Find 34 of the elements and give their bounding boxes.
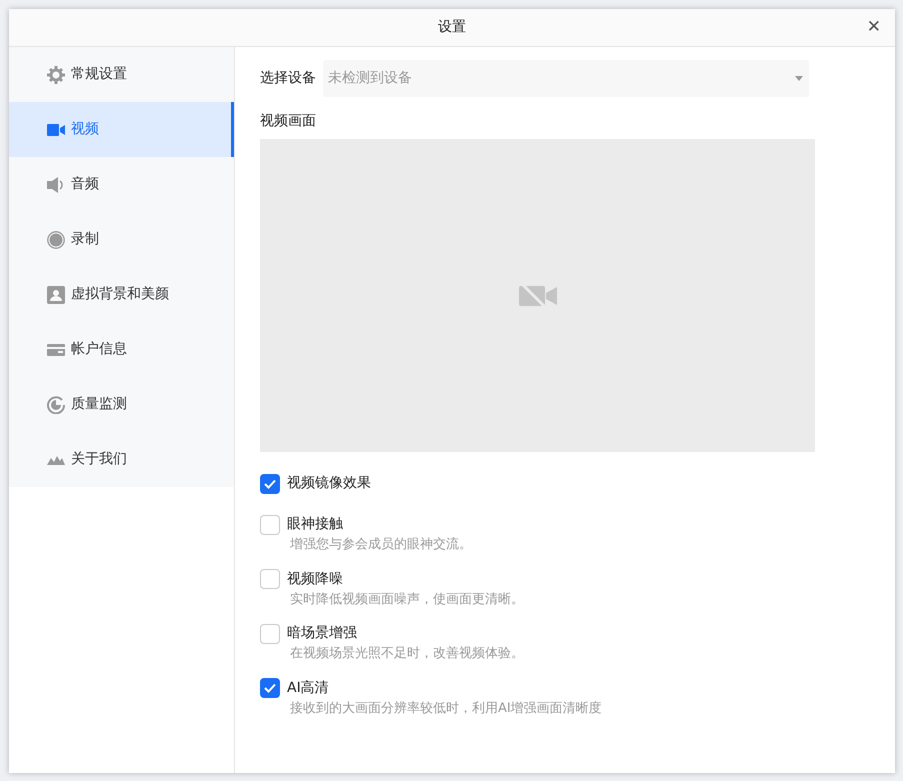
speaker-icon bbox=[47, 176, 65, 194]
gear-icon bbox=[47, 66, 65, 84]
device-label: 选择设备 bbox=[260, 69, 316, 88]
option-description: 在视频场景光照不足时，改善视频体验。 bbox=[290, 645, 525, 663]
option-label: 眼神接触 bbox=[287, 515, 343, 534]
person-icon bbox=[47, 286, 65, 304]
option-description: 实时降低视频画面噪声，使画面更清晰。 bbox=[290, 590, 525, 608]
option-label: AI高清 bbox=[287, 678, 329, 698]
preview-label: 视频画面 bbox=[260, 112, 317, 131]
option-label: 视频降噪 bbox=[287, 570, 343, 588]
sidebar-item[interactable]: 视频 bbox=[9, 102, 234, 157]
option-description: 接收到的大画面分辨率较低时，利用AI增强画面清晰度 bbox=[290, 700, 603, 718]
sidebar-item[interactable]: 虚拟背景和美颜 bbox=[9, 267, 234, 322]
option-label: 视频镜像效果 bbox=[287, 474, 371, 493]
sidebar-item[interactable]: 关于我们 bbox=[9, 432, 234, 487]
record-icon bbox=[47, 230, 65, 248]
gauge-icon bbox=[47, 396, 65, 414]
dialog-title: 设置 bbox=[438, 18, 466, 37]
checkbox[interactable] bbox=[260, 474, 280, 494]
checkbox[interactable] bbox=[260, 678, 280, 698]
caret-icon bbox=[795, 76, 803, 81]
checkbox[interactable] bbox=[260, 624, 280, 644]
sidebar-item[interactable]: 录制 bbox=[9, 212, 234, 267]
option-description: 增强您与参会成员的眼神交流。 bbox=[290, 536, 473, 554]
sidebar-item[interactable]: 常规设置 bbox=[9, 47, 234, 102]
checkbox[interactable] bbox=[260, 569, 280, 589]
sidebar-item[interactable]: 质量监测 bbox=[9, 377, 234, 432]
check-icon bbox=[264, 478, 276, 488]
close-button[interactable]: ✕ bbox=[860, 13, 887, 42]
check-icon bbox=[264, 683, 276, 693]
sidebar-item[interactable]: 帐户信息 bbox=[9, 322, 234, 377]
option-label: 暗场景增强 bbox=[287, 624, 357, 643]
sidebar-item[interactable]: 音频 bbox=[9, 157, 234, 212]
checkbox[interactable] bbox=[260, 514, 280, 534]
